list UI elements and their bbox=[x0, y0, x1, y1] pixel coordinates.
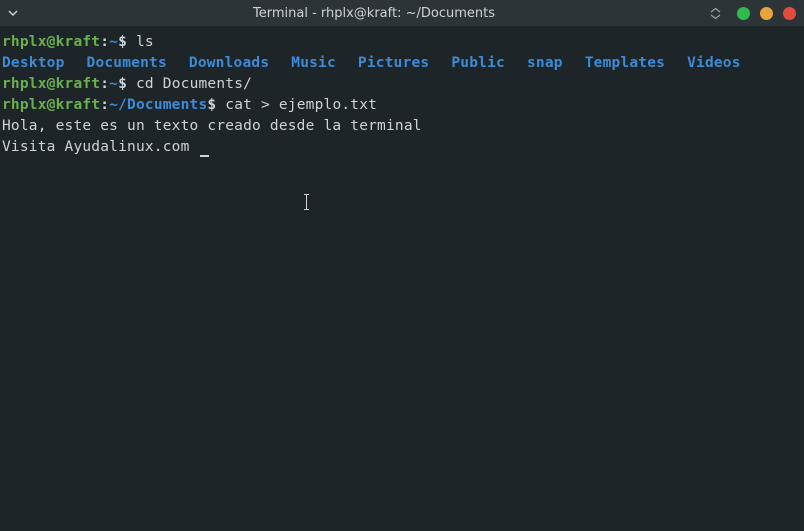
input-line-2: Visita Ayudalinux.com bbox=[2, 137, 802, 158]
input-line-1: Hola, este es un texto creado desde la t… bbox=[2, 116, 802, 137]
prompt-colon: : bbox=[100, 34, 109, 50]
window-titlebar: Terminal - rhplx@kraft: ~/Documents bbox=[0, 0, 804, 26]
prompt-path: ~/Documents bbox=[109, 97, 207, 113]
text-cursor-ibeam bbox=[306, 194, 307, 210]
ls-item-public: Public bbox=[451, 53, 505, 74]
terminal-content[interactable]: rhplx@kraft:~$ ls DesktopDocumentsDownlo… bbox=[0, 26, 804, 531]
prompt-colon: : bbox=[100, 76, 109, 92]
prompt-user: rhplx@kraft bbox=[2, 34, 100, 50]
command-text: cat > ejemplo.txt bbox=[225, 97, 377, 113]
ls-item-documents: Documents bbox=[87, 53, 167, 74]
menu-dropdown-icon[interactable] bbox=[8, 8, 18, 18]
command-text: cd Documents/ bbox=[136, 76, 252, 92]
ls-item-downloads: Downloads bbox=[189, 53, 269, 74]
minimize-button[interactable] bbox=[737, 7, 750, 20]
user-input-text: Visita Ayudalinux.com bbox=[2, 139, 198, 155]
ls-output-line: Desktop Documents Downloads Music Pictures Pu… bbox=[2, 53, 802, 74]
prompt-user: rhplx@kraft bbox=[2, 76, 100, 92]
prompt-line-1: rhplx@kraft:~$ ls bbox=[2, 32, 802, 53]
ls-item-pictures: Pictures bbox=[358, 53, 429, 74]
ls-item-templates: Templates bbox=[585, 53, 665, 74]
maximize-button[interactable] bbox=[760, 7, 773, 20]
command-text: ls bbox=[136, 34, 154, 50]
prompt-line-2: rhplx@kraft:~$ cd Documents/ bbox=[2, 74, 802, 95]
prompt-path: ~ bbox=[109, 76, 118, 92]
terminal-cursor bbox=[200, 155, 209, 157]
prompt-dollar: $ bbox=[118, 34, 136, 50]
prompt-path: ~ bbox=[109, 34, 118, 50]
expand-icon[interactable] bbox=[710, 8, 721, 19]
prompt-dollar: $ bbox=[118, 76, 136, 92]
prompt-line-3: rhplx@kraft:~/Documents$ cat > ejemplo.t… bbox=[2, 95, 802, 116]
prompt-user: rhplx@kraft bbox=[2, 97, 100, 113]
user-input-text: Hola, este es un texto creado desde la t… bbox=[2, 118, 422, 134]
close-button[interactable] bbox=[783, 7, 796, 20]
prompt-dollar: $ bbox=[207, 97, 225, 113]
ls-item-music: Music bbox=[291, 53, 336, 74]
ls-item-desktop: Desktop bbox=[2, 53, 65, 74]
prompt-colon: : bbox=[100, 97, 109, 113]
window-title: Terminal - rhplx@kraft: ~/Documents bbox=[38, 6, 710, 21]
ls-item-snap: snap bbox=[527, 53, 563, 74]
ls-item-videos: Videos bbox=[687, 53, 741, 74]
